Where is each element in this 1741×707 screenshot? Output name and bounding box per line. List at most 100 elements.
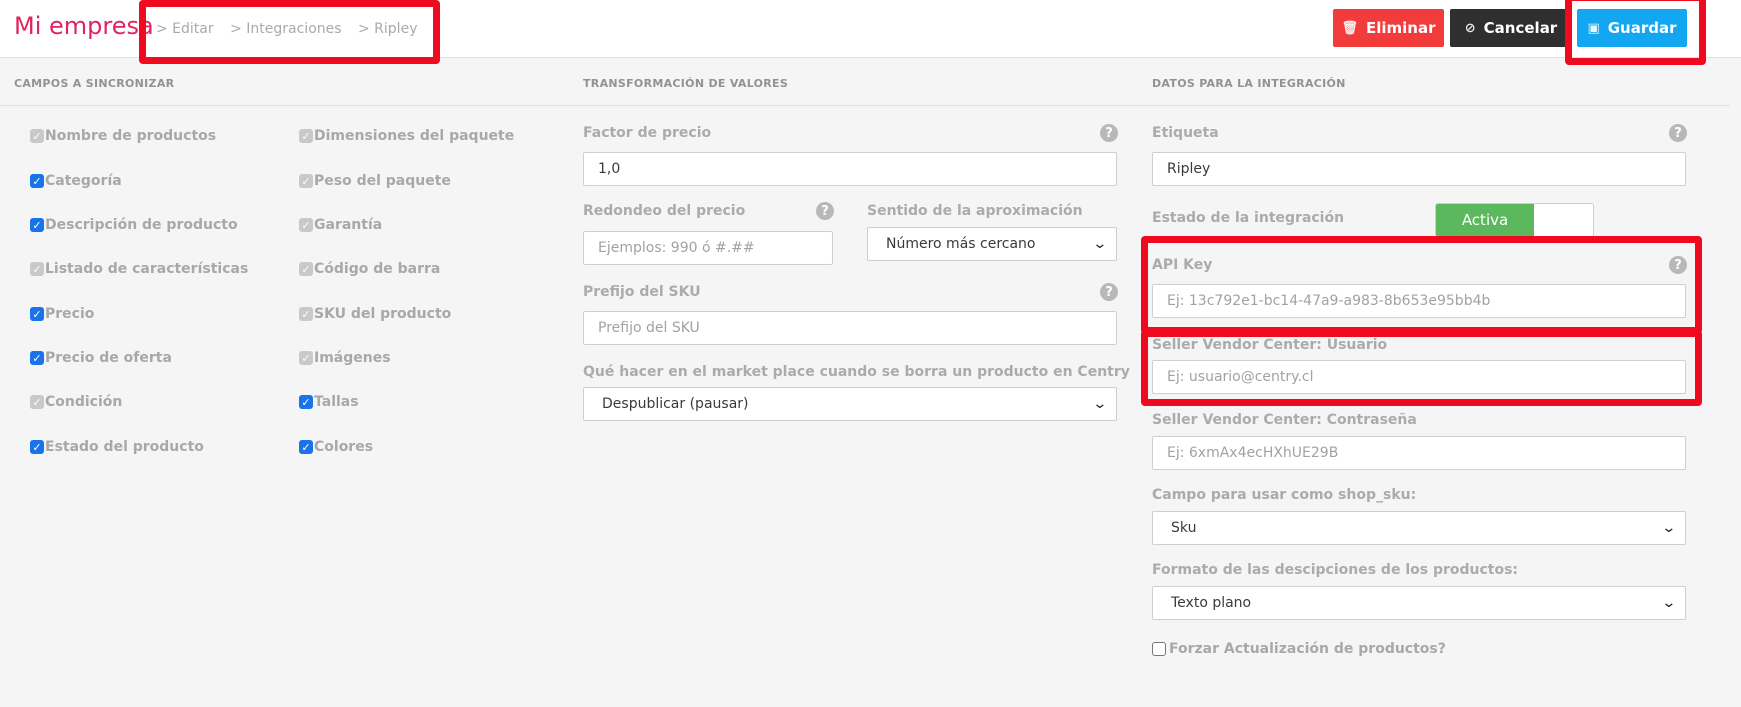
question-circle-icon[interactable]: ? xyxy=(1100,283,1118,301)
checkbox-label: Código de barra xyxy=(314,261,441,277)
checkbox-label: Colores xyxy=(314,439,374,455)
question-circle-icon[interactable]: ? xyxy=(1669,124,1687,142)
sync-checkbox-garantia[interactable]: ✓ Garantía xyxy=(299,217,382,233)
price-factor-label: Factor de precio xyxy=(583,125,712,141)
chevron-down-icon: ⌄ xyxy=(1092,236,1108,252)
sync-checkbox-condicion[interactable]: ✓ Condición xyxy=(30,394,122,410)
sync-checkbox-descripcion[interactable]: ✓ Descripción de producto xyxy=(30,217,238,233)
checkbox[interactable]: ✓ xyxy=(30,307,44,321)
checkbox-label: Garantía xyxy=(314,217,383,233)
sync-checkbox-imagenes[interactable]: ✓ Imágenes xyxy=(299,350,391,366)
checkbox[interactable]: ✓ xyxy=(299,218,313,232)
chevron-down-icon: ⌄ xyxy=(1092,396,1108,412)
section-title-transform: TRANSFORMACIÓN DE VALORES xyxy=(583,77,789,90)
top-bar: Mi empresa > Editar > Integraciones > Ri… xyxy=(0,0,1741,58)
sync-checkbox-precio[interactable]: ✓ Precio xyxy=(30,306,94,322)
checkbox[interactable]: ✓ xyxy=(299,174,313,188)
desc-format-select[interactable]: Texto plano ⌄ xyxy=(1152,586,1686,620)
delete-button-label: Eliminar xyxy=(1366,19,1436,37)
breadcrumb: > Editar > Integraciones > Ripley xyxy=(156,21,429,37)
breadcrumb-ripley[interactable]: > Ripley xyxy=(358,21,417,37)
approx-select-value: Número más cercano xyxy=(886,236,1036,252)
checkbox-label: Listado de características xyxy=(45,261,249,277)
desc-format-select-value: Texto plano xyxy=(1171,595,1252,611)
status-toggle-active: Activa xyxy=(1436,204,1534,236)
sync-checkbox-nombre[interactable]: ✓ Nombre de productos xyxy=(30,128,216,144)
checkbox-label: Precio de oferta xyxy=(45,350,172,366)
tag-input[interactable]: Ripley xyxy=(1152,152,1686,186)
force-update-label: Forzar Actualización de productos? xyxy=(1169,641,1446,657)
checkbox[interactable]: ✓ xyxy=(299,395,313,409)
save-button-label: Guardar xyxy=(1607,19,1677,37)
checkbox[interactable]: ✓ xyxy=(30,218,44,232)
checkbox[interactable] xyxy=(1152,642,1166,656)
section-divider xyxy=(0,105,1730,106)
sync-checkbox-precio-oferta[interactable]: ✓ Precio de oferta xyxy=(30,350,172,366)
cancel-button[interactable]: ⊘ Cancelar xyxy=(1450,9,1572,47)
sync-checkbox-codigo-barra[interactable]: ✓ Código de barra xyxy=(299,261,440,277)
cancel-button-label: Cancelar xyxy=(1483,19,1558,37)
sku-prefix-label: Prefijo del SKU xyxy=(583,284,701,300)
sync-checkbox-peso[interactable]: ✓ Peso del paquete xyxy=(299,173,451,189)
breadcrumb-editar[interactable]: > Editar xyxy=(156,21,214,37)
ban-icon: ⊘ xyxy=(1464,20,1476,36)
checkbox[interactable]: ✓ xyxy=(299,307,313,321)
price-factor-input[interactable]: 1,0 xyxy=(583,152,1117,186)
api-key-label: API Key xyxy=(1152,257,1213,273)
section-title-sync: CAMPOS A SINCRONIZAR xyxy=(14,77,175,90)
checkbox-label: Categoría xyxy=(45,173,122,189)
shop-sku-label: Campo para usar como shop_sku: xyxy=(1152,487,1417,503)
shop-sku-select-value: Sku xyxy=(1171,520,1197,536)
checkbox-label: Tallas xyxy=(314,394,359,410)
checkbox[interactable]: ✓ xyxy=(30,440,44,454)
sync-checkbox-sku[interactable]: ✓ SKU del producto xyxy=(299,306,451,322)
vendor-user-label: Seller Vendor Center: Usuario xyxy=(1152,337,1388,353)
force-update-checkbox[interactable]: Forzar Actualización de productos? xyxy=(1152,641,1446,657)
checkbox[interactable]: ✓ xyxy=(30,262,44,276)
status-label: Estado de la integración xyxy=(1152,210,1345,226)
sync-checkbox-estado[interactable]: ✓ Estado del producto xyxy=(30,439,204,455)
checkbox[interactable]: ✓ xyxy=(30,129,44,143)
chevron-down-icon: ⌄ xyxy=(1661,595,1677,611)
shop-sku-select[interactable]: Sku ⌄ xyxy=(1152,511,1686,545)
vendor-password-input[interactable]: Ej: 6xmAx4ecHXhUE29B xyxy=(1152,436,1686,470)
question-circle-icon[interactable]: ? xyxy=(1669,256,1687,274)
trash-icon: 🗑 xyxy=(1341,20,1358,36)
sync-checkbox-colores[interactable]: ✓ Colores xyxy=(299,439,373,455)
checkbox[interactable]: ✓ xyxy=(299,262,313,276)
delete-button[interactable]: 🗑 Eliminar xyxy=(1333,9,1444,47)
checkbox[interactable]: ✓ xyxy=(30,395,44,409)
status-toggle[interactable]: Activa xyxy=(1435,203,1594,237)
sync-checkbox-caracteristicas[interactable]: ✓ Listado de características xyxy=(30,261,248,277)
checkbox[interactable]: ✓ xyxy=(299,351,313,365)
checkbox[interactable]: ✓ xyxy=(30,174,44,188)
vendor-password-label: Seller Vendor Center: Contraseña xyxy=(1152,412,1417,428)
checkbox[interactable]: ✓ xyxy=(299,129,313,143)
checkbox-label: SKU del producto xyxy=(314,306,452,322)
breadcrumb-integraciones[interactable]: > Integraciones xyxy=(230,21,341,37)
checkbox-label: Estado del producto xyxy=(45,439,204,455)
approx-select[interactable]: Número más cercano ⌄ xyxy=(867,227,1117,261)
page-title: Mi empresa xyxy=(14,12,154,40)
rounding-label: Redondeo del precio xyxy=(583,203,746,219)
desc-format-label: Formato de las descipciones de los produ… xyxy=(1152,562,1519,578)
question-circle-icon[interactable]: ? xyxy=(816,202,834,220)
checkbox-label: Condición xyxy=(45,394,123,410)
sync-checkbox-tallas[interactable]: ✓ Tallas xyxy=(299,394,359,410)
on-delete-select-value: Despublicar (pausar) xyxy=(602,396,749,412)
question-circle-icon[interactable]: ? xyxy=(1100,124,1118,142)
save-button[interactable]: ▣ Guardar xyxy=(1577,9,1687,47)
checkbox-label: Descripción de producto xyxy=(45,217,238,233)
api-key-input[interactable]: Ej: 13c792e1-bc14-47a9-a983-8b653e95bb4b xyxy=(1152,284,1686,318)
checkbox[interactable]: ✓ xyxy=(30,351,44,365)
vendor-user-input[interactable]: Ej: usuario@centry.cl xyxy=(1152,360,1686,394)
sync-checkbox-categoria[interactable]: ✓ Categoría xyxy=(30,173,122,189)
on-delete-select[interactable]: Despublicar (pausar) ⌄ xyxy=(583,387,1117,421)
sync-checkbox-dimensiones[interactable]: ✓ Dimensiones del paquete xyxy=(299,128,514,144)
checkbox-label: Imágenes xyxy=(314,350,391,366)
sku-prefix-input[interactable]: Prefijo del SKU xyxy=(583,311,1117,345)
tag-label: Etiqueta xyxy=(1152,125,1219,141)
checkbox-label: Nombre de productos xyxy=(45,128,217,144)
checkbox[interactable]: ✓ xyxy=(299,440,313,454)
rounding-input[interactable]: Ejemplos: 990 ó #.## xyxy=(583,231,833,265)
